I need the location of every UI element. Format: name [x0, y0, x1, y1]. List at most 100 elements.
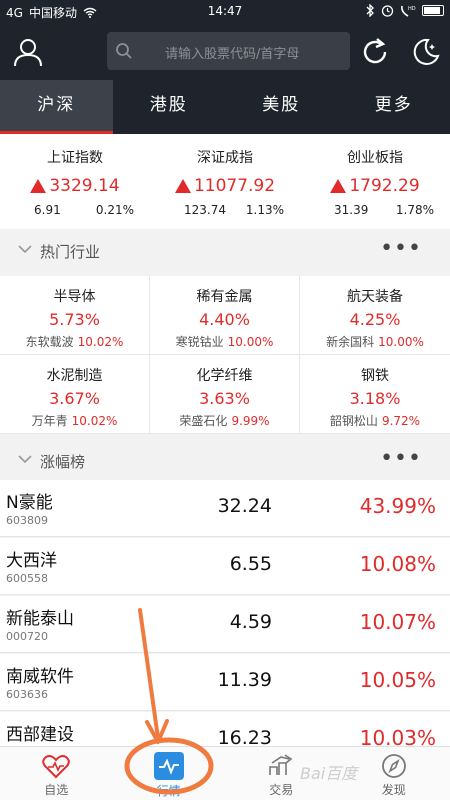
table-row[interactable]: 大西洋 600558 6.55 10.08%: [0, 538, 450, 595]
alarm-icon: [381, 5, 394, 17]
industry-name: 航天装备: [347, 289, 403, 305]
industry-name: 化学纤维: [196, 368, 253, 384]
section-title: 涨幅榜: [40, 453, 86, 471]
tab-us-stocks[interactable]: 美股: [225, 80, 338, 134]
leader-stock: 寒锐钴业: [175, 335, 224, 349]
nav-label: 自选: [44, 783, 69, 797]
stock-name: N豪能: [6, 493, 53, 513]
watermark: Bai百度: [300, 764, 358, 783]
table-row[interactable]: 新能泰山 000720 4.59 10.07%: [0, 596, 450, 653]
index-pct: 1.78%: [395, 203, 434, 217]
industry-pct: 5.73%: [49, 310, 100, 329]
stock-price: 11.39: [217, 669, 272, 691]
index-name: 深证成指: [197, 150, 253, 166]
index-name: 创业板指: [347, 150, 403, 166]
leader-pct: 10.00%: [227, 335, 274, 349]
industry-pct: 4.25%: [349, 310, 401, 329]
industry-grid: 半导体 5.73% 东软载波 10.02% 稀有金属 4.40% 寒锐钴业 10.0…: [0, 276, 450, 434]
industry-card[interactable]: 半导体 5.73% 东软载波 10.02%: [0, 276, 150, 355]
chevron-down-icon: [18, 455, 32, 464]
leader-stock: 万年青: [31, 414, 68, 428]
industry-card[interactable]: 钢铁 3.18% 韶钢松山 9.72%: [300, 355, 450, 434]
index-pct: 0.21%: [95, 203, 134, 217]
index-panel: 上证指数 3329.14 6.91 0.21% 深证成指 11077.92 123…: [0, 134, 450, 229]
index-value: 1792.29: [349, 176, 420, 196]
stock-price: 6.55: [229, 553, 272, 575]
stock-pct: 10.07%: [359, 610, 436, 634]
search-input[interactable]: 请输入股票代码/首字母: [107, 32, 350, 70]
market-tabs: 沪深 港股 美股 更多: [0, 80, 450, 134]
table-row[interactable]: N豪能 603809 32.24 43.99%: [0, 480, 450, 537]
bluetooth-icon: [366, 4, 374, 17]
top-gainers-header[interactable]: 涨幅榜 •••: [0, 440, 450, 480]
leader-pct: 9.99%: [231, 414, 270, 428]
index-card-shenzhen[interactable]: 深证成指 11077.92 123.74 1.13%: [150, 134, 300, 229]
industry-card[interactable]: 稀有金属 4.40% 寒锐钴业 10.00%: [150, 276, 300, 355]
more-icon[interactable]: •••: [380, 446, 422, 471]
chevron-down-icon: [18, 245, 32, 254]
stock-price: 32.24: [217, 495, 272, 517]
search-icon: [116, 43, 132, 59]
stock-name: 南威软件: [6, 667, 74, 687]
up-arrow-icon: [174, 179, 191, 193]
index-pct: 1.13%: [245, 203, 284, 217]
industry-card[interactable]: 航天装备 4.25% 新余国科 10.00%: [300, 276, 450, 355]
up-arrow-icon: [30, 179, 47, 193]
index-name: 上证指数: [47, 150, 103, 166]
svg-text:HD: HD: [408, 6, 416, 12]
industry-card[interactable]: 水泥制造 3.67% 万年青 10.02%: [0, 355, 150, 434]
index-change: 123.74: [184, 203, 226, 217]
index-card-shanghai[interactable]: 上证指数 3329.14 6.91 0.21%: [0, 134, 150, 229]
app-header: 请输入股票代码/首字母: [0, 24, 450, 80]
nav-market[interactable]: 行情: [113, 747, 226, 800]
table-row[interactable]: 南威软件 603636 11.39 10.05%: [0, 654, 450, 711]
leader-stock: 东软载波: [25, 335, 74, 349]
leader-pct: 10.02%: [77, 335, 124, 349]
index-change: 31.39: [334, 203, 369, 217]
leader-stock: 韶钢松山: [329, 414, 378, 428]
more-icon[interactable]: •••: [380, 236, 422, 261]
pulse-chart-icon: [153, 752, 184, 780]
index-value: 3329.14: [49, 176, 120, 196]
stock-price: 4.59: [229, 611, 272, 633]
heart-chart-icon: [42, 755, 70, 779]
search-placeholder: 请输入股票代码/首字母: [165, 47, 300, 62]
industry-pct: 3.63%: [199, 389, 250, 408]
compass-icon: [381, 754, 406, 778]
bottom-nav: 自选 行情 交易 发现: [0, 746, 450, 800]
night-mode-icon[interactable]: [410, 36, 442, 68]
user-avatar-icon[interactable]: [12, 36, 44, 68]
industry-name: 半导体: [53, 289, 96, 305]
stock-code: 603809: [6, 514, 48, 527]
tab-hk-stocks[interactable]: 港股: [113, 80, 226, 134]
hot-industry-header[interactable]: 热门行业 •••: [0, 230, 450, 270]
refresh-icon[interactable]: [359, 36, 391, 68]
stock-name: 新能泰山: [6, 609, 74, 629]
stock-pct: 10.08%: [359, 552, 436, 576]
stock-code: 603636: [6, 688, 48, 701]
industry-pct: 3.67%: [49, 389, 100, 408]
stock-name: 大西洋: [6, 551, 57, 571]
leader-pct: 10.02%: [71, 414, 118, 428]
nav-label: 行情: [156, 784, 181, 798]
tab-more[interactable]: 更多: [338, 80, 450, 134]
nav-watchlist[interactable]: 自选: [0, 747, 113, 800]
industry-pct: 3.18%: [349, 389, 401, 408]
industry-name: 钢铁: [361, 368, 389, 384]
stock-pct: 43.99%: [359, 494, 436, 518]
trade-arrow-icon: [269, 754, 293, 775]
industry-card[interactable]: 化学纤维 3.63% 荣盛石化 9.99%: [150, 355, 300, 434]
phone-hd-icon: HD: [401, 5, 416, 17]
stock-pct: 10.03%: [359, 726, 436, 746]
section-title: 热门行业: [40, 243, 101, 261]
stock-pct: 10.05%: [359, 668, 436, 692]
industry-name: 水泥制造: [46, 368, 103, 384]
table-row[interactable]: 西部建设 16.23 10.03%: [0, 712, 450, 746]
top-gainers-list: N豪能 603809 32.24 43.99% 大西洋 600558 6.55 …: [0, 480, 450, 746]
tab-hushen[interactable]: 沪深: [0, 80, 113, 134]
stock-code: 000720: [6, 630, 48, 643]
leader-pct: 10.00%: [378, 335, 424, 349]
up-arrow-icon: [330, 179, 347, 193]
index-card-chinext[interactable]: 创业板指 1792.29 31.39 1.78%: [300, 134, 450, 229]
leader-pct: 9.72%: [381, 414, 421, 428]
